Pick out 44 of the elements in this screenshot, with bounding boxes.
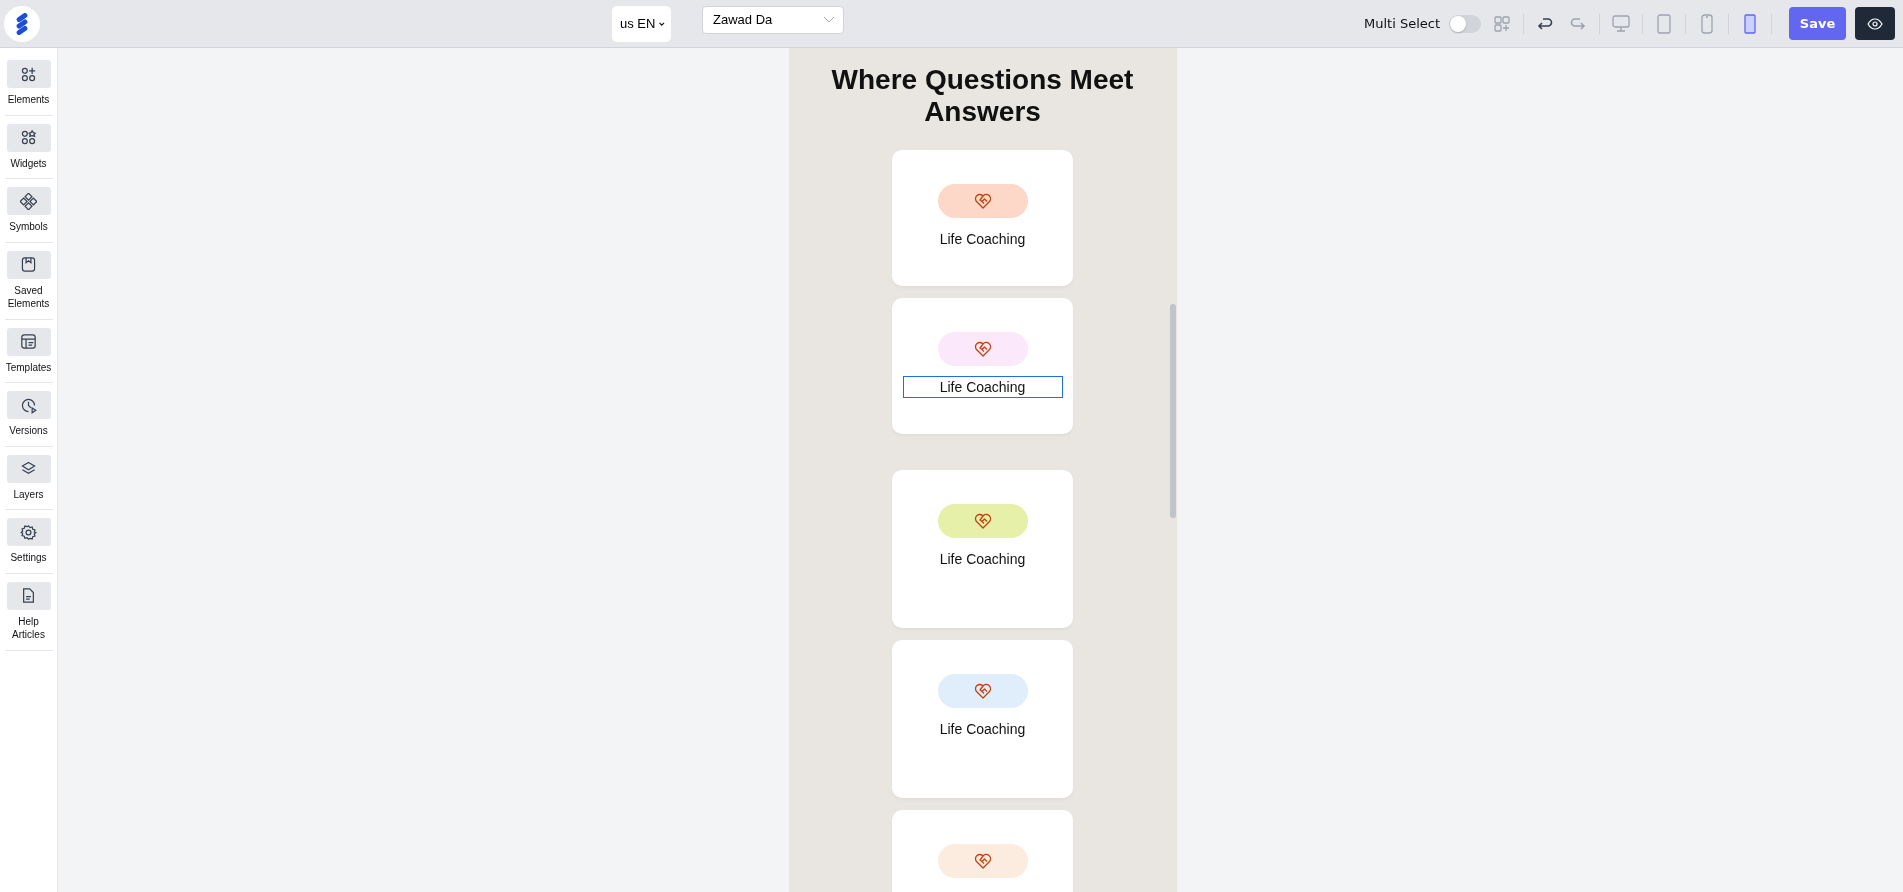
- chevron-down-icon: [823, 15, 835, 24]
- heart-handshake-icon: [973, 853, 992, 870]
- sidebar-item[interactable]: Layers: [4, 454, 53, 510]
- phone-icon[interactable]: [1698, 13, 1716, 34]
- versions-icon: [20, 396, 37, 414]
- card-title[interactable]: Life Coaching: [902, 548, 1063, 571]
- phone-icon[interactable]: [1741, 13, 1759, 34]
- app-logo-icon[interactable]: [4, 5, 40, 42]
- sidebar-item[interactable]: Settings: [4, 518, 53, 574]
- chevron-down-icon: [659, 19, 665, 28]
- grid-add-icon[interactable]: [1493, 14, 1511, 33]
- settings-icon: [20, 523, 37, 541]
- help-icon: [20, 587, 37, 604]
- card-title[interactable]: Life Coaching: [902, 228, 1063, 251]
- tablet-icon[interactable]: [1655, 13, 1673, 34]
- section-heading: Where Questions Meet Answers: [830, 64, 1135, 129]
- sidebar-item[interactable]: Versions: [4, 391, 53, 447]
- heart-handshake-icon: [973, 193, 992, 210]
- heart-handshake-icon: [973, 513, 992, 530]
- sidebar-item[interactable]: Elements: [4, 60, 53, 116]
- elements-icon: [20, 65, 37, 83]
- heart-handshake-icon: [973, 683, 992, 700]
- sidebar-item[interactable]: Saved Elements: [4, 250, 53, 320]
- heart-handshake-icon: [973, 341, 992, 358]
- card-title[interactable]: Life Coaching: [902, 376, 1063, 399]
- layers-icon: [20, 460, 37, 477]
- sidebar-item[interactable]: Widgets: [4, 123, 53, 179]
- sidebar-item[interactable]: Help Articles: [4, 581, 53, 651]
- multi-select-label: Multi Select: [1364, 16, 1440, 31]
- templates-icon: [20, 333, 37, 350]
- sidebar-item[interactable]: Templates: [4, 327, 53, 383]
- preview-button[interactable]: [1855, 7, 1895, 40]
- widgets-icon: [20, 129, 37, 146]
- scrollbar-thumb[interactable]: [1169, 304, 1176, 518]
- card-title[interactable]: Life Coaching: [902, 718, 1063, 741]
- sidebar-item[interactable]: Symbols: [4, 187, 53, 243]
- multi-select-toggle[interactable]: [1449, 14, 1481, 33]
- save-button[interactable]: Save: [1789, 7, 1846, 40]
- monitor-icon[interactable]: [1612, 13, 1630, 34]
- user-select[interactable]: Zawad Da: [702, 5, 844, 34]
- language-select[interactable]: us EN: [612, 5, 671, 42]
- eye-icon: [1867, 17, 1883, 30]
- symbols-icon: [20, 192, 37, 210]
- saved-icon: [20, 256, 37, 273]
